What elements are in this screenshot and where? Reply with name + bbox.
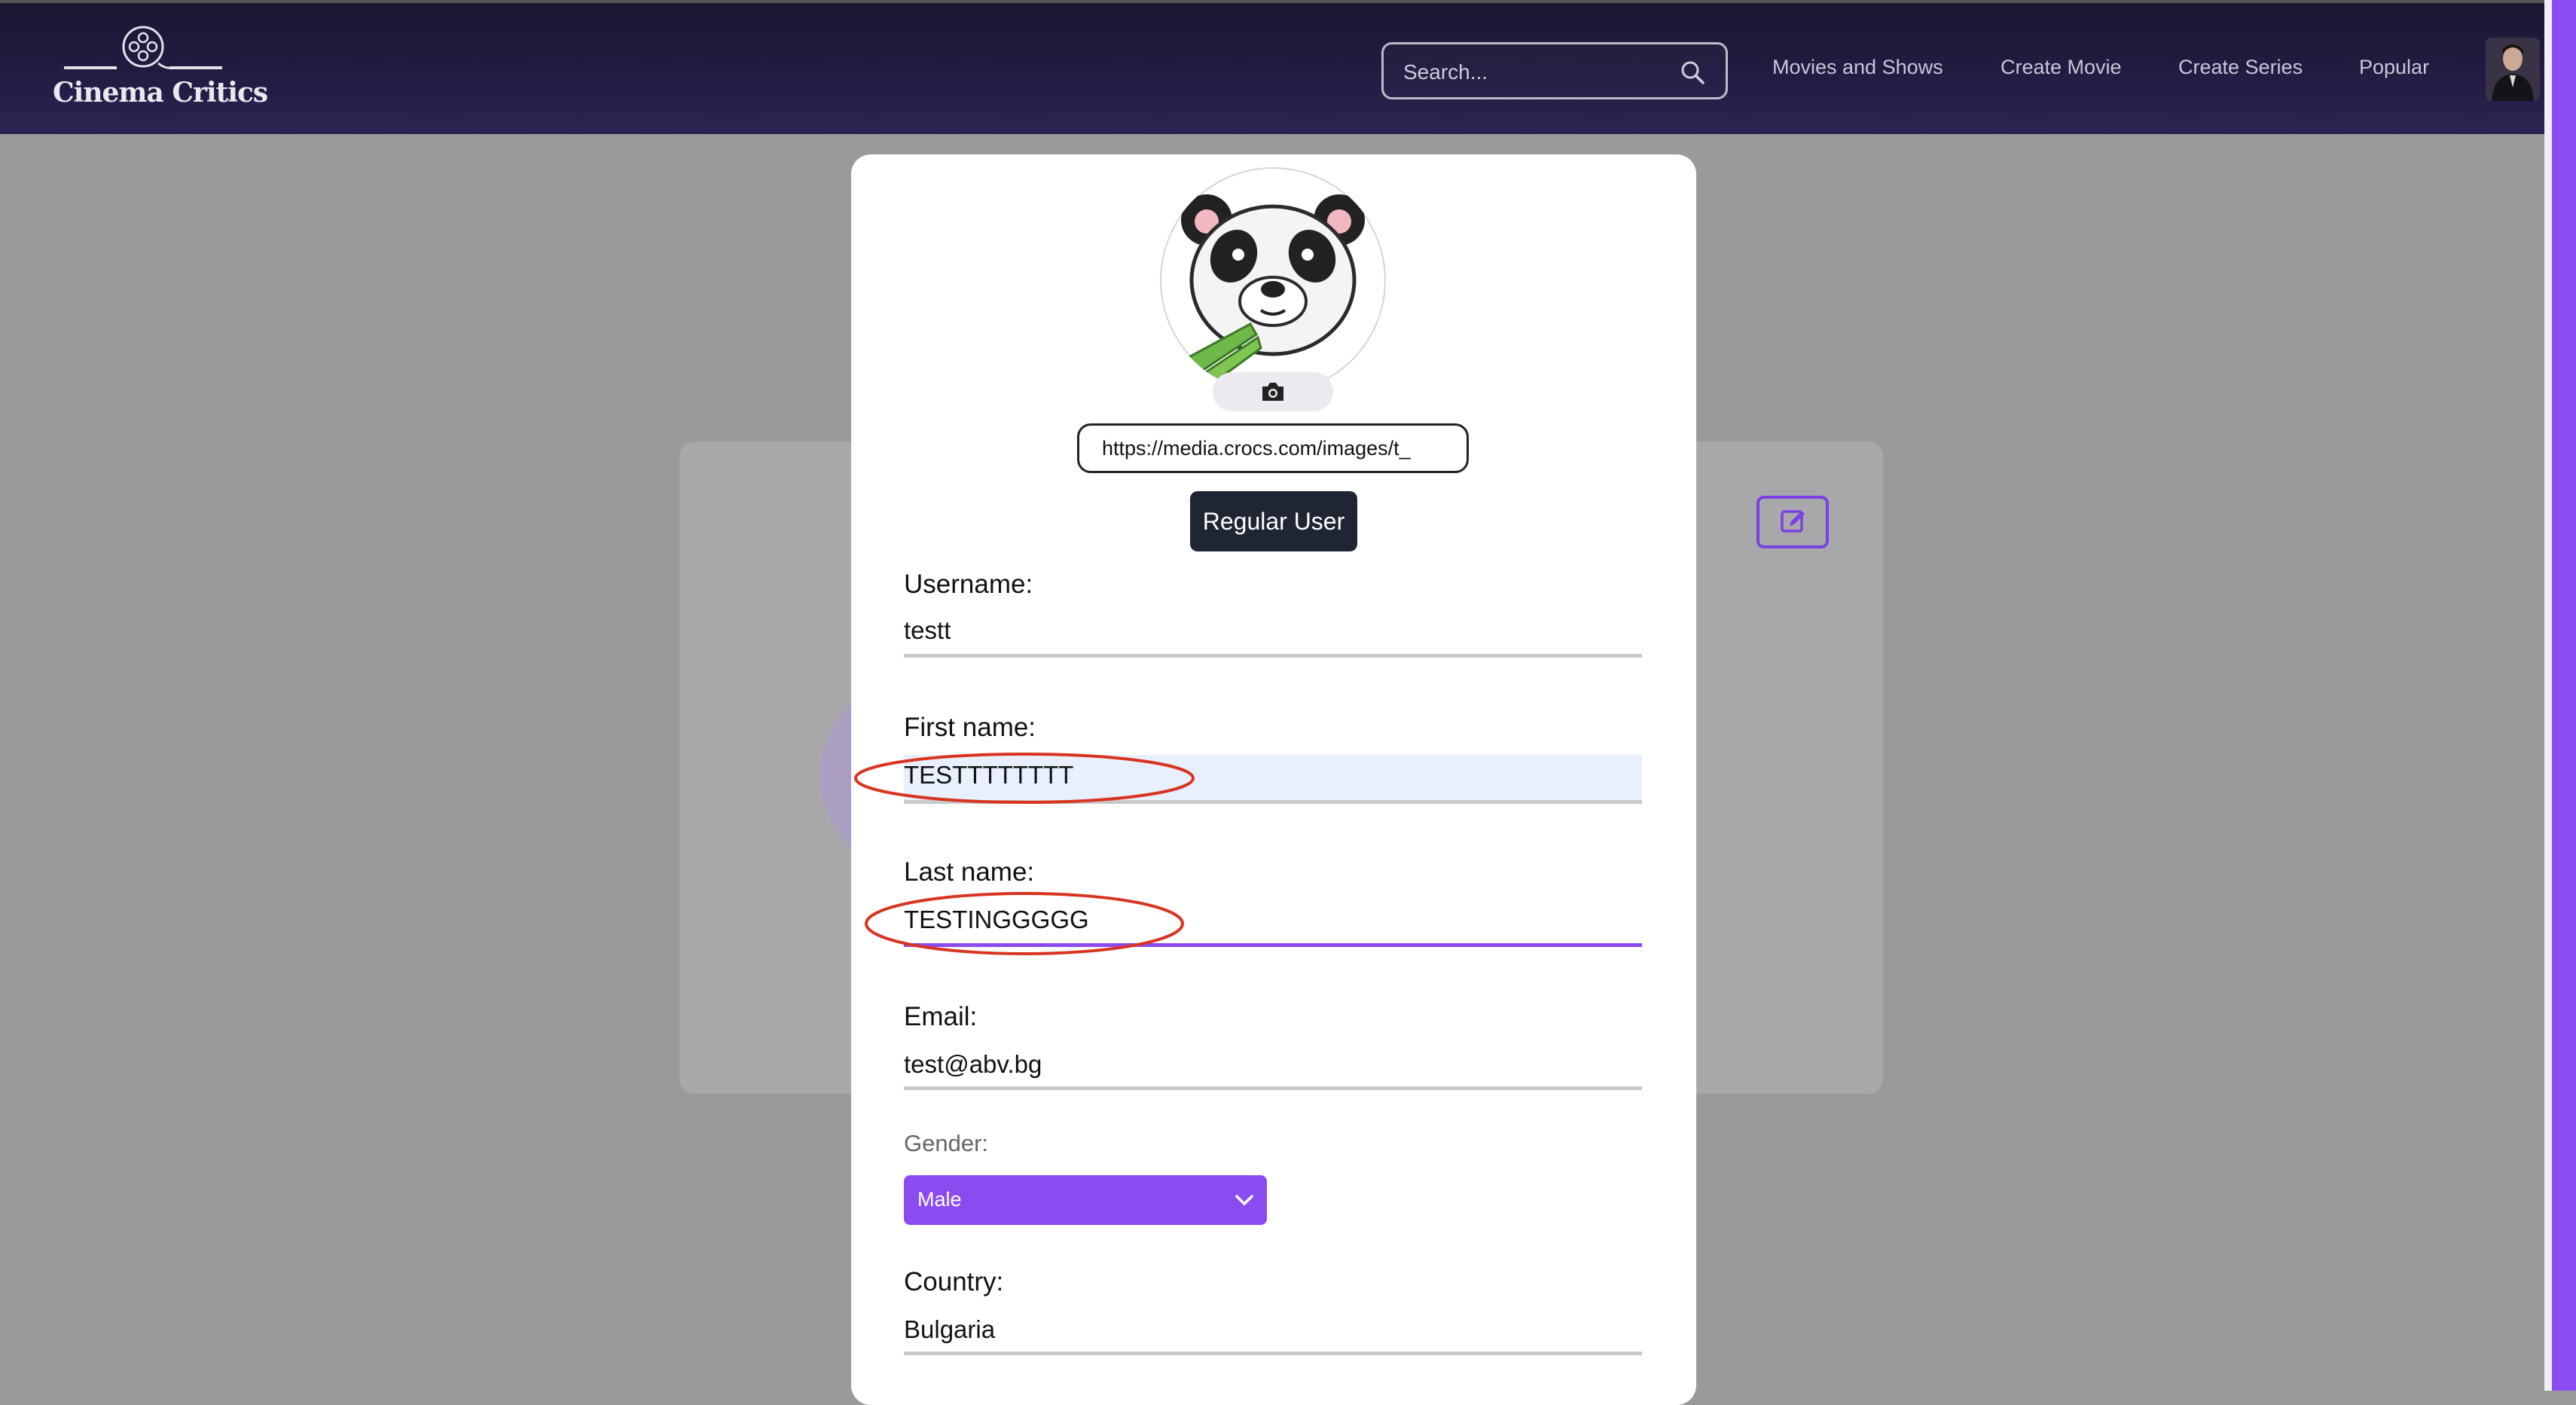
username-underline <box>904 654 1642 658</box>
email-underline <box>904 1086 1642 1090</box>
last-name-underline <box>904 943 1642 947</box>
film-reel-icon <box>64 26 222 69</box>
top-navbar: Cinema Critics Movies and Shows Create M… <box>0 0 2576 134</box>
camera-icon <box>1262 383 1283 401</box>
logo-text: Cinema Critics <box>53 77 268 108</box>
panda-avatar <box>1161 169 1384 393</box>
username-label: Username: <box>904 570 1033 599</box>
edit-profile-button[interactable] <box>1757 496 1829 548</box>
nav-create-series[interactable]: Create Series <box>2178 56 2303 79</box>
username-field[interactable]: testt <box>904 616 1642 655</box>
last-name-field[interactable]: TESTINGGGGG <box>904 906 1642 945</box>
nav-create-movie[interactable]: Create Movie <box>2001 56 2122 79</box>
user-avatar-icon <box>2486 38 2540 101</box>
nav-popular[interactable]: Popular <box>2359 56 2429 79</box>
email-label: Email: <box>904 1002 978 1031</box>
first-name-label: First name: <box>904 713 1036 742</box>
logo[interactable]: Cinema Critics <box>53 20 268 118</box>
search-input[interactable] <box>1402 57 1676 88</box>
country-label: Country: <box>904 1267 1004 1297</box>
profile-picture[interactable] <box>1160 167 1386 393</box>
gender-select[interactable]: Male <box>904 1175 1267 1225</box>
gender-selected-value: Male <box>917 1188 962 1211</box>
email-field[interactable]: test@abv.bg <box>904 1050 1642 1089</box>
nav-movies-and-shows[interactable]: Movies and Shows <box>1772 56 1943 79</box>
search-box[interactable] <box>1381 42 1728 99</box>
first-name-underline <box>904 800 1642 804</box>
search-icon[interactable] <box>1679 59 1706 86</box>
country-underline <box>904 1352 1642 1355</box>
image-url-input[interactable]: https://media.crocs.com/images/t_ <box>1077 423 1469 473</box>
chevron-down-icon <box>1235 1195 1253 1205</box>
user-avatar[interactable] <box>2486 38 2540 101</box>
first-name-field[interactable]: TESTTTTTTTT <box>904 761 1642 800</box>
gender-label: Gender: <box>904 1130 989 1156</box>
country-field[interactable]: Bulgaria <box>904 1315 1642 1355</box>
edit-icon <box>1781 510 1805 533</box>
last-name-label: Last name: <box>904 857 1035 887</box>
scrollbar-track[interactable] <box>2544 0 2552 1391</box>
role-badge: Regular User <box>1190 491 1357 551</box>
change-photo-button[interactable] <box>1213 372 1333 411</box>
